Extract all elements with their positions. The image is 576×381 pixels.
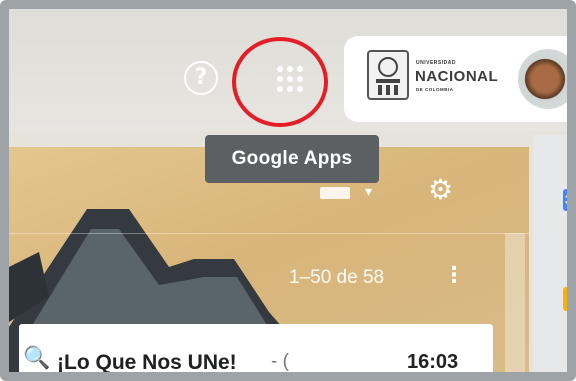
google-apps-tooltip: Google Apps [205,135,379,183]
avatar[interactable] [518,49,567,109]
side-panel: 31 💡 [533,135,567,372]
search-icon: 🔍 [23,346,51,371]
screenshot-frame: ? UNIVERSIDAD NACIONAL DE COLOMBIA ▾ ⚙ 1… [0,0,576,381]
logo-small-text: UNIVERSIDAD [416,60,456,66]
account-area[interactable]: UNIVERSIDAD NACIONAL DE COLOMBIA [344,36,567,122]
email-snippet: - ( [271,351,289,372]
toolbar-divider [9,233,529,234]
more-options-icon[interactable]: ⋮ [443,265,465,287]
settings-button[interactable]: ⚙ [428,173,453,206]
scrollbar[interactable] [505,233,525,372]
email-row[interactable]: 🔍 ¡Lo Que Nos UNe! - ( 16:03 [19,324,493,374]
logo-subtitle: DE COLOMBIA [416,87,454,92]
calendar-icon[interactable]: 31 [563,189,567,211]
annotation-circle [232,37,328,127]
gmail-header: ? UNIVERSIDAD NACIONAL DE COLOMBIA [9,9,567,131]
email-sender: ¡Lo Que Nos UNe! [57,351,237,374]
chevron-down-icon[interactable]: ▾ [365,183,372,200]
keyboard-icon[interactable] [320,187,350,199]
help-button[interactable]: ? [184,61,218,95]
university-seal-icon [367,50,409,100]
pagination-label: 1–50 de 58 [289,267,385,288]
logo-title: NACIONAL [415,68,499,85]
question-circle-icon: ? [194,65,208,90]
email-time: 16:03 [407,351,459,373]
keep-icon[interactable]: 💡 [563,287,567,311]
